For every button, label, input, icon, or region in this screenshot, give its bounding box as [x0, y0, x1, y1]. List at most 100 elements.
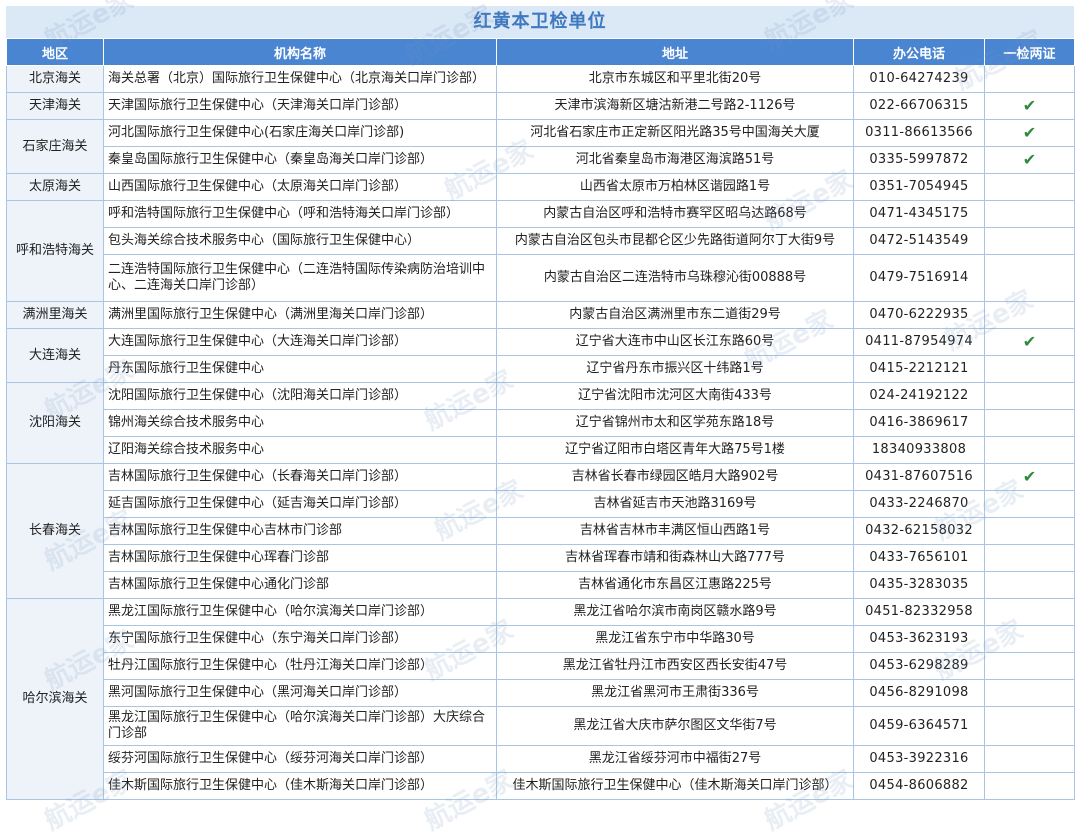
- name-cell: 包头海关综合技术服务中心（国际旅行卫生保健中心）: [103, 227, 497, 255]
- address-cell: 辽宁省锦州市太和区学苑东路18号: [496, 409, 854, 437]
- phone-cell: 0432-62158032: [853, 517, 985, 545]
- region-cell: 沈阳海关: [6, 382, 104, 464]
- header-name: 机构名称: [103, 38, 497, 66]
- address-cell: 吉林省通化市东昌区江惠路225号: [496, 571, 854, 599]
- name-cell: 绥芬河国际旅行卫生保健中心（绥芬河海关口岸门诊部）: [103, 745, 497, 773]
- checkmark-icon: ✔: [1022, 96, 1037, 115]
- region-cell: 哈尔滨海关: [6, 598, 104, 800]
- check-cell: [984, 227, 1075, 255]
- table-row: 牡丹江国际旅行卫生保健中心（牡丹江海关口岸门诊部） 黑龙江省牡丹江市西安区西长安街…: [7, 652, 1075, 680]
- check-cell: [984, 436, 1075, 464]
- name-cell: 黑龙江国际旅行卫生保健中心（哈尔滨海关口岸门诊部）: [103, 598, 497, 626]
- phone-cell: 0456-8291098: [853, 679, 985, 707]
- table-row: 吉林国际旅行卫生保健中心吉林市门诊部 吉林省吉林市丰满区恒山西路1号 0432-62…: [7, 517, 1075, 545]
- check-cell: ✔: [984, 119, 1075, 147]
- address-cell: 黑龙江省哈尔滨市南岗区赣水路9号: [496, 598, 854, 626]
- table-row: 黑龙江国际旅行卫生保健中心（哈尔滨海关口岸门诊部）大庆综合门诊部 黑龙江省大庆市萨…: [7, 706, 1075, 746]
- region-cell: 太原海关: [6, 173, 104, 201]
- address-cell: 辽宁省沈阳市沈河区大南街433号: [496, 382, 854, 410]
- phone-cell: 0453-3922316: [853, 745, 985, 773]
- header-region: 地区: [6, 38, 104, 66]
- checkmark-icon: ✔: [1022, 123, 1037, 142]
- address-cell: 北京市东城区和平里北街20号: [496, 65, 854, 93]
- address-cell: 天津市滨海新区塘沽新港二号路2-1126号: [496, 92, 854, 120]
- check-cell: ✔: [984, 92, 1075, 120]
- phone-cell: 0479-7516914: [853, 254, 985, 302]
- checkmark-icon: ✔: [1022, 332, 1037, 351]
- table-body: 北京海关 海关总署（北京）国际旅行卫生保健中心（北京海关口岸门诊部） 北京市东城区和…: [6, 65, 1075, 800]
- address-cell: 内蒙古自治区满洲里市东二道街29号: [496, 301, 854, 329]
- check-cell: [984, 571, 1075, 599]
- region-cell: 长春海关: [6, 463, 104, 599]
- check-cell: [984, 200, 1075, 228]
- address-cell: 黑龙江省大庆市萨尔图区文华街7号: [496, 706, 854, 746]
- check-cell: ✔: [984, 463, 1075, 491]
- address-cell: 内蒙古自治区二连浩特市乌珠穆沁街00888号: [496, 254, 854, 302]
- table-row: 天津海关 天津国际旅行卫生保健中心（天津海关口岸门诊部） 天津市滨海新区塘沽新港二号…: [6, 92, 1075, 120]
- table-row: 丹东国际旅行卫生保健中心 辽宁省丹东市振兴区十纬路1号 0415-2212121: [7, 355, 1075, 383]
- address-cell: 内蒙古自治区包头市昆都仑区少先路街道阿尔丁大街9号: [496, 227, 854, 255]
- phone-cell: 0433-7656101: [853, 544, 985, 572]
- table-row: 二连浩特国际旅行卫生保健中心（二连浩特国际传染病防治培训中心、二连海关口岸门诊部…: [7, 254, 1075, 302]
- table-row: 绥芬河国际旅行卫生保健中心（绥芬河海关口岸门诊部） 黑龙江省绥芬河市中福街27号 0…: [7, 745, 1075, 773]
- name-cell: 山西国际旅行卫生保健中心（太原海关口岸门诊部）: [103, 173, 497, 201]
- table-row: 吉林国际旅行卫生保健中心通化门诊部 吉林省通化市东昌区江惠路225号 0435-32…: [7, 571, 1075, 599]
- name-cell: 吉林国际旅行卫生保健中心吉林市门诊部: [103, 517, 497, 545]
- header-address: 地址: [496, 38, 854, 66]
- name-cell: 牡丹江国际旅行卫生保健中心（牡丹江海关口岸门诊部）: [103, 652, 497, 680]
- table-row: 长春海关 吉林国际旅行卫生保健中心（长春海关口岸门诊部） 吉林省长春市绿园区皓月大路…: [6, 463, 1075, 599]
- region-cell: 大连海关: [6, 328, 104, 383]
- phone-cell: 18340933808: [853, 436, 985, 464]
- table-row: 秦皇岛国际旅行卫生保健中心（秦皇岛海关口岸门诊部） 河北省秦皇岛市海港区海滨路51…: [7, 146, 1075, 174]
- checkmark-icon: ✔: [1022, 467, 1037, 486]
- address-cell: 山西省太原市万柏林区谐园路1号: [496, 173, 854, 201]
- phone-cell: 0411-87954974: [853, 328, 985, 356]
- check-cell: [984, 254, 1075, 302]
- region-cell: 北京海关: [6, 65, 104, 93]
- table-row: 吉林国际旅行卫生保健中心珲春门诊部 吉林省珲春市靖和街森林山大路777号 0433-…: [7, 544, 1075, 572]
- phone-cell: 0451-82332958: [853, 598, 985, 626]
- phone-cell: 0335-5997872: [853, 146, 985, 174]
- check-cell: [984, 355, 1075, 383]
- address-cell: 吉林省长春市绿园区皓月大路902号: [496, 463, 854, 491]
- name-cell: 秦皇岛国际旅行卫生保健中心（秦皇岛海关口岸门诊部）: [103, 146, 497, 174]
- name-cell: 丹东国际旅行卫生保健中心: [103, 355, 497, 383]
- name-cell: 黑龙江国际旅行卫生保健中心（哈尔滨海关口岸门诊部）大庆综合门诊部: [103, 706, 497, 746]
- check-cell: [984, 544, 1075, 572]
- phone-cell: 022-66706315: [853, 92, 985, 120]
- check-cell: [984, 679, 1075, 707]
- check-cell: [984, 517, 1075, 545]
- table-row: 佳木斯国际旅行卫生保健中心（佳木斯海关口岸门诊部） 佳木斯国际旅行卫生保健中心（佳…: [7, 772, 1075, 800]
- table-row: 辽阳海关综合技术服务中心 辽宁省辽阳市白塔区青年大路75号1楼 1834093380…: [7, 436, 1075, 464]
- phone-cell: 0351-7054945: [853, 173, 985, 201]
- phone-cell: 010-64274239: [853, 65, 985, 93]
- check-cell: [984, 65, 1075, 93]
- table-row: 哈尔滨海关 黑龙江国际旅行卫生保健中心（哈尔滨海关口岸门诊部） 黑龙江省哈尔滨市南岗…: [6, 598, 1075, 800]
- address-cell: 黑龙江省东宁市中华路30号: [496, 625, 854, 653]
- name-cell: 延吉国际旅行卫生保健中心（延吉海关口岸门诊部）: [103, 490, 497, 518]
- address-cell: 黑龙江省黑河市王肃街336号: [496, 679, 854, 707]
- region-cell: 呼和浩特海关: [6, 200, 104, 302]
- name-cell: 东宁国际旅行卫生保健中心（东宁海关口岸门诊部）: [103, 625, 497, 653]
- name-cell: 二连浩特国际旅行卫生保健中心（二连浩特国际传染病防治培训中心、二连海关口岸门诊部…: [103, 254, 497, 302]
- address-cell: 吉林省珲春市靖和街森林山大路777号: [496, 544, 854, 572]
- name-cell: 海关总署（北京）国际旅行卫生保健中心（北京海关口岸门诊部）: [103, 65, 497, 93]
- phone-cell: 0435-3283035: [853, 571, 985, 599]
- table-row: 呼和浩特海关 呼和浩特国际旅行卫生保健中心（呼和浩特海关口岸门诊部） 内蒙古自治区呼…: [6, 200, 1075, 302]
- phone-cell: 0453-6298289: [853, 652, 985, 680]
- phone-cell: 0454-8606882: [853, 772, 985, 800]
- address-cell: 辽宁省大连市中山区长江东路60号: [496, 328, 854, 356]
- address-cell: 内蒙古自治区呼和浩特市赛罕区昭乌达路68号: [496, 200, 854, 228]
- phone-cell: 0470-6222935: [853, 301, 985, 329]
- name-cell: 天津国际旅行卫生保健中心（天津海关口岸门诊部）: [103, 92, 497, 120]
- name-cell: 吉林国际旅行卫生保健中心珲春门诊部: [103, 544, 497, 572]
- check-cell: ✔: [984, 328, 1075, 356]
- header-check: 一检两证: [984, 38, 1075, 66]
- address-cell: 河北省秦皇岛市海港区海滨路51号: [496, 146, 854, 174]
- check-cell: [984, 409, 1075, 437]
- table-row: 北京海关 海关总署（北京）国际旅行卫生保健中心（北京海关口岸门诊部） 北京市东城区和…: [6, 65, 1075, 93]
- name-cell: 河北国际旅行卫生保健中心(石家庄海关口岸门诊部): [103, 119, 497, 147]
- check-cell: [984, 490, 1075, 518]
- phone-cell: 0471-4345175: [853, 200, 985, 228]
- table-row: 包头海关综合技术服务中心（国际旅行卫生保健中心） 内蒙古自治区包头市昆都仑区少先路…: [7, 227, 1075, 255]
